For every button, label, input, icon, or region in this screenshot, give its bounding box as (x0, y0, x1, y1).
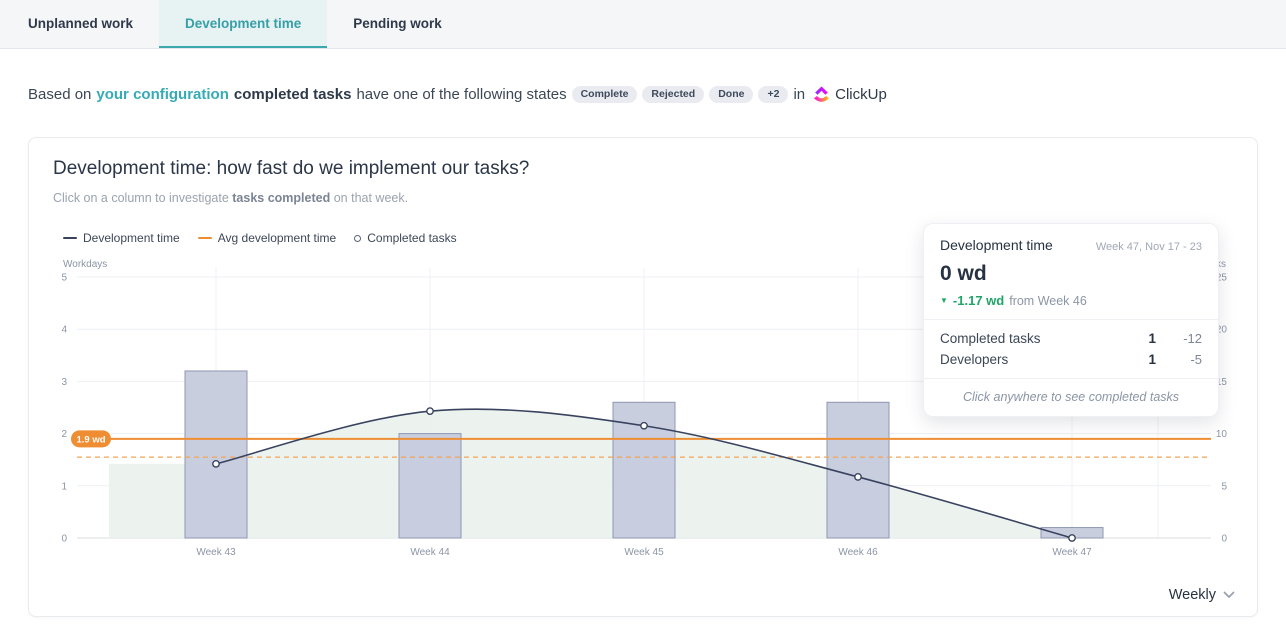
tooltip-title: Development time (940, 237, 1053, 253)
triangle-down-icon: ▼ (940, 297, 948, 305)
tooltip-divider (924, 319, 1218, 320)
chart-bar-week-44[interactable] (399, 434, 461, 538)
clickup-logo-icon (813, 85, 830, 104)
svg-text:3: 3 (61, 377, 67, 388)
svg-text:0: 0 (61, 534, 67, 545)
development-time-card: Development time: how fast do we impleme… (28, 137, 1258, 617)
tooltip-divider (924, 378, 1218, 379)
tooltip-delta-suffix: from Week 46 (1009, 294, 1087, 308)
area-fill (109, 409, 1072, 538)
tooltip-row-delta: -5 (1156, 352, 1202, 367)
svg-text:Workdays: Workdays (63, 259, 107, 270)
tab-development-time[interactable]: Development time (159, 0, 327, 48)
svg-text:1: 1 (61, 481, 67, 492)
period-selector[interactable]: Weekly (1169, 587, 1235, 603)
tab-bar: Unplanned work Development time Pending … (0, 0, 1286, 49)
svg-text:Week 45: Week 45 (624, 547, 664, 558)
chart-tooltip: Development time Week 47, Nov 17 - 23 0 … (923, 223, 1219, 417)
chart-bar-week-43[interactable] (185, 371, 247, 538)
svg-text:2: 2 (61, 429, 67, 440)
config-in-text: in (793, 86, 805, 103)
tooltip-footer-hint: Click anywhere to see completed tasks (940, 390, 1202, 404)
line-marker-week-44[interactable] (427, 408, 433, 414)
tooltip-row-label: Completed tasks (940, 331, 1122, 346)
period-selector-label: Weekly (1169, 587, 1216, 603)
tooltip-row-developers: Developers 1 -5 (940, 352, 1202, 367)
svg-text:Week 46: Week 46 (838, 547, 878, 558)
config-sentence: Based on your configuration completed ta… (28, 85, 1286, 104)
chevron-down-icon (1223, 591, 1235, 599)
svg-text:Week 43: Week 43 (196, 547, 236, 558)
chart-bar-week-46[interactable] (827, 402, 889, 538)
dashboard-screen: Unplanned work Development time Pending … (0, 0, 1286, 629)
tab-pending-work[interactable]: Pending work (327, 0, 468, 48)
line-marker-week-46[interactable] (855, 474, 861, 480)
state-badge-more: +2 (758, 86, 788, 104)
svg-text:4: 4 (61, 325, 67, 336)
tooltip-row-label: Developers (940, 352, 1122, 367)
state-badge-rejected: Rejected (642, 86, 704, 104)
line-marker-week-47[interactable] (1069, 535, 1075, 541)
svg-text:0: 0 (1221, 534, 1227, 545)
configuration-link[interactable]: your configuration (96, 86, 229, 103)
tooltip-period: Week 47, Nov 17 - 23 (1096, 241, 1202, 253)
svg-text:1.9 wd: 1.9 wd (76, 434, 105, 445)
state-badge-complete: Complete (572, 86, 638, 104)
config-prefix: Based on (28, 86, 91, 103)
app-name: ClickUp (835, 86, 887, 103)
tooltip-value: 0 wd (940, 262, 1202, 286)
svg-text:Week 47: Week 47 (1052, 547, 1092, 558)
config-bold-text: completed tasks (234, 86, 352, 103)
line-marker-week-45[interactable] (641, 423, 647, 429)
svg-text:10: 10 (1216, 429, 1228, 440)
svg-text:Week 44: Week 44 (410, 547, 450, 558)
svg-text:5: 5 (1221, 481, 1227, 492)
tooltip-row-value: 1 (1122, 331, 1156, 346)
config-rest: have one of the following states (356, 86, 566, 103)
tab-unplanned-work[interactable]: Unplanned work (2, 0, 159, 48)
tooltip-delta-row: ▼ -1.17 wd from Week 46 (940, 293, 1202, 308)
tooltip-row-value: 1 (1122, 352, 1156, 367)
state-badge-done: Done (709, 86, 753, 104)
tooltip-row-delta: -12 (1156, 331, 1202, 346)
tooltip-row-completed-tasks: Completed tasks 1 -12 (940, 331, 1202, 346)
line-marker-week-43[interactable] (213, 461, 219, 467)
svg-text:5: 5 (61, 273, 67, 284)
tooltip-delta: -1.17 wd (953, 293, 1004, 308)
